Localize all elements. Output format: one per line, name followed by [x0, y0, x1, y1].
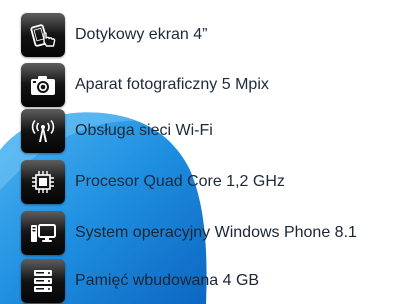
camera-icon	[21, 63, 65, 107]
processor-chip-icon	[21, 160, 65, 204]
feature-item-operating-system: System operacyjny Windows Phone 8.1	[21, 210, 357, 256]
feature-text: Aparat fotograficzny 5 Mpix	[75, 76, 269, 93]
feature-text: Obsługa sieci Wi-Fi	[75, 122, 213, 139]
feature-item-storage: Pamięć wbudowana 4 GB	[21, 258, 259, 304]
server-storage-icon	[21, 259, 65, 303]
feature-list: Dotykowy ekran 4” Aparat fotograficzny 5…	[0, 0, 415, 304]
feature-item-camera: Aparat fotograficzny 5 Mpix	[21, 62, 269, 108]
feature-text: Pamięć wbudowana 4 GB	[75, 272, 260, 289]
feature-text: System operacyjny Windows Phone 8.1	[75, 224, 357, 241]
feature-text: Procesor Quad Core 1,2 GHz	[75, 173, 285, 190]
wifi-antenna-icon	[21, 109, 65, 153]
feature-item-processor: Procesor Quad Core 1,2 GHz	[21, 159, 285, 205]
computer-monitor-icon	[21, 211, 65, 255]
feature-item-wifi: Obsługa sieci Wi-Fi	[21, 108, 213, 154]
feature-text: Dotykowy ekran 4”	[75, 26, 208, 43]
touchscreen-phone-icon	[21, 13, 65, 57]
feature-item-touchscreen: Dotykowy ekran 4”	[21, 12, 208, 58]
